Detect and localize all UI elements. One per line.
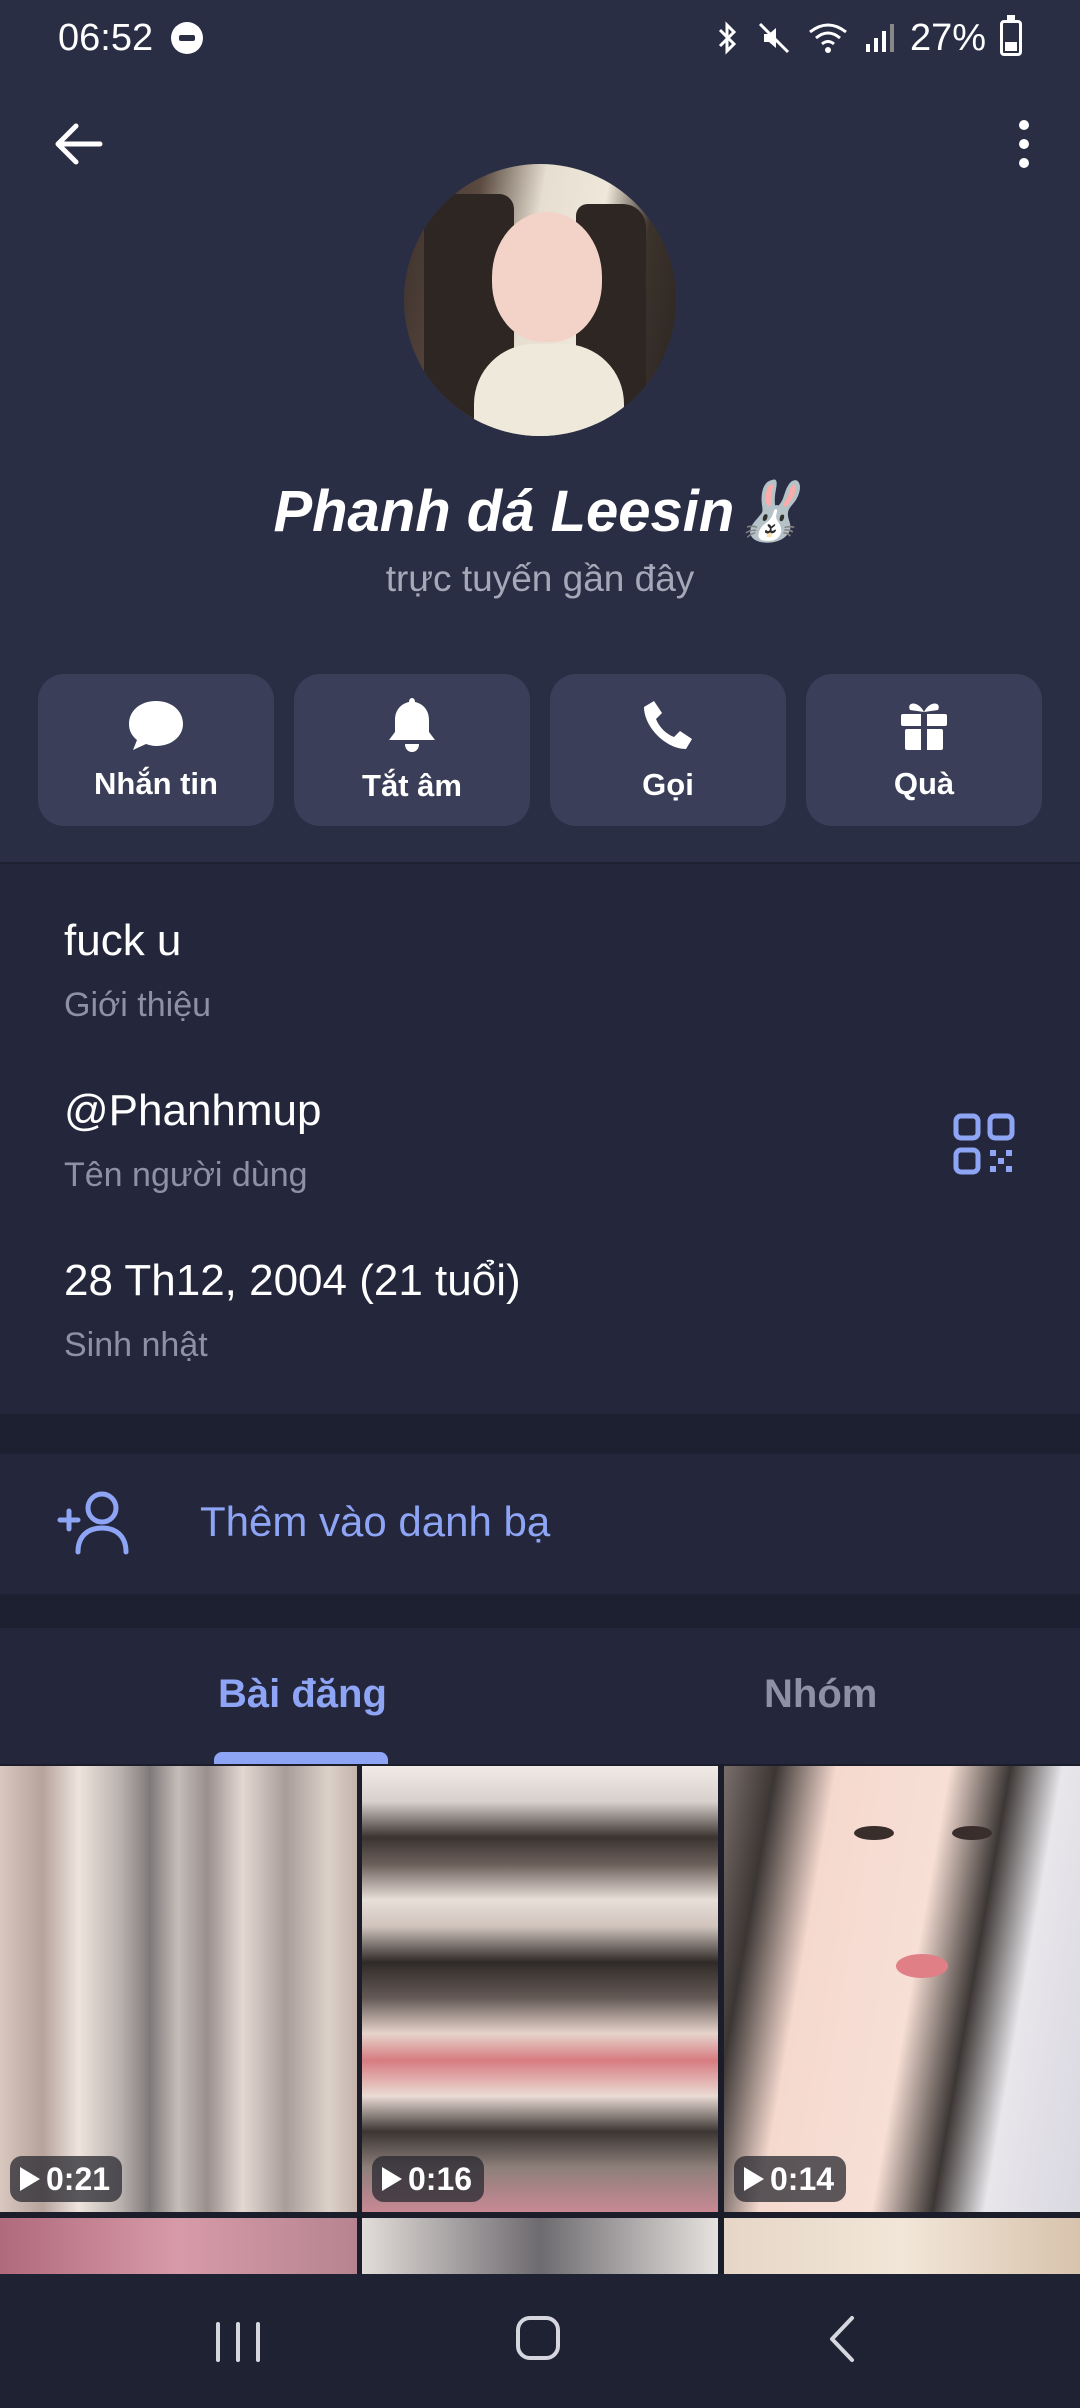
status-time: 06:52 <box>58 16 154 59</box>
play-icon <box>20 2167 40 2191</box>
mute-label: Tắt âm <box>362 768 462 803</box>
more-vertical-icon <box>1019 120 1029 168</box>
gift-icon <box>901 703 947 750</box>
status-left: 06:52 <box>58 16 204 60</box>
section-divider-2 <box>0 1594 1080 1628</box>
more-options-button[interactable] <box>990 110 1058 178</box>
profile-tabs: Bài đăng Nhóm <box>0 1628 1080 1764</box>
birthday-item[interactable]: 28 Th12, 2004 (21 tuổi) Sinh nhật <box>64 1256 521 1365</box>
media-tile[interactable] <box>362 2218 718 2274</box>
battery-icon <box>1000 15 1022 56</box>
message-button[interactable]: Nhắn tin <box>38 674 274 826</box>
media-tile[interactable]: 0:16 <box>362 1766 718 2212</box>
message-label: Nhắn tin <box>94 766 218 801</box>
mute-button[interactable]: Tắt âm <box>294 674 530 826</box>
media-tile[interactable]: 0:21 <box>0 1766 357 2212</box>
birthday-label: Sinh nhật <box>64 1326 208 1364</box>
duration-text: 0:16 <box>408 2160 473 2197</box>
profile-name: Phanh dá Leesin🐰 <box>273 479 807 544</box>
system-nav-bar <box>0 2274 1080 2408</box>
status-right: 27% <box>714 15 1022 60</box>
arrow-left-icon <box>55 123 103 165</box>
tab-groups[interactable]: Nhóm <box>764 1672 877 1717</box>
media-tile[interactable] <box>0 2218 357 2274</box>
nav-back-icon[interactable] <box>818 2314 868 2364</box>
recents-button[interactable] <box>208 2312 268 2372</box>
wifi-icon <box>809 23 847 53</box>
signal-icon <box>865 24 894 52</box>
action-buttons: Nhắn tin Tắt âm Gọi Quà <box>38 674 1042 826</box>
duration-text: 0:21 <box>46 2160 111 2197</box>
media-tile[interactable] <box>724 2218 1080 2274</box>
username-value: @Phanhmup <box>64 1086 322 1135</box>
back-button[interactable] <box>44 110 112 178</box>
home-button[interactable] <box>516 2316 560 2360</box>
avatar-face <box>492 212 602 342</box>
recents-icon-bar <box>216 2322 220 2362</box>
mute-icon <box>758 22 789 54</box>
bell-icon <box>389 698 435 752</box>
duration-badge: 0:16 <box>372 2156 485 2202</box>
bio-value: fuck u <box>64 916 182 965</box>
username-item[interactable]: @Phanhmup Tên người dùng <box>64 1086 322 1195</box>
profile-avatar[interactable] <box>404 164 676 436</box>
duration-badge: 0:14 <box>734 2156 847 2202</box>
section-divider <box>0 1414 1080 1454</box>
photo-detail <box>854 1826 894 1840</box>
qr-code-icon <box>953 1113 1015 1175</box>
gift-label: Quà <box>893 766 955 801</box>
media-tile[interactable]: 0:14 <box>724 1766 1080 2212</box>
bio-item[interactable]: fuck u Giới thiệu <box>64 916 211 1025</box>
phone-icon <box>644 701 692 749</box>
qr-code-button[interactable] <box>952 1112 1016 1176</box>
photo-detail <box>952 1826 992 1840</box>
tab-active-indicator <box>214 1752 388 1764</box>
username-label: Tên người dùng <box>64 1156 308 1194</box>
add-contact-button[interactable]: Thêm vào danh bạ <box>0 1454 1080 1594</box>
bio-label: Giới thiệu <box>64 986 212 1024</box>
gift-button[interactable]: Quà <box>806 674 1042 826</box>
photo-detail <box>896 1954 948 1978</box>
media-grid: 0:21 0:16 0:14 <box>0 1764 1080 2274</box>
do-not-disturb-icon <box>171 22 204 54</box>
duration-badge: 0:21 <box>10 2156 123 2202</box>
play-icon <box>744 2167 764 2191</box>
duration-text: 0:14 <box>770 2160 835 2197</box>
add-contact-label: Thêm vào danh bạ <box>200 1498 551 1545</box>
birthday-value: 28 Th12, 2004 (21 tuổi) <box>64 1256 521 1305</box>
bluetooth-icon <box>718 21 737 55</box>
play-icon <box>382 2167 402 2191</box>
recents-icon-bar <box>256 2322 260 2362</box>
message-icon <box>129 701 183 750</box>
info-section: fuck u Giới thiệu @Phanhmup Tên người dù… <box>0 862 1080 1414</box>
call-label: Gọi <box>642 767 694 802</box>
profile-status: trực tuyến gần đây <box>385 558 695 599</box>
tab-posts[interactable]: Bài đăng <box>218 1672 387 1717</box>
battery-percent: 27% <box>909 16 986 59</box>
add-person-icon <box>57 1491 129 1555</box>
status-bar: 06:52 27% <box>0 0 1080 76</box>
call-button[interactable]: Gọi <box>550 674 786 826</box>
avatar-sweater <box>474 344 624 436</box>
recents-icon-bar <box>236 2322 240 2362</box>
